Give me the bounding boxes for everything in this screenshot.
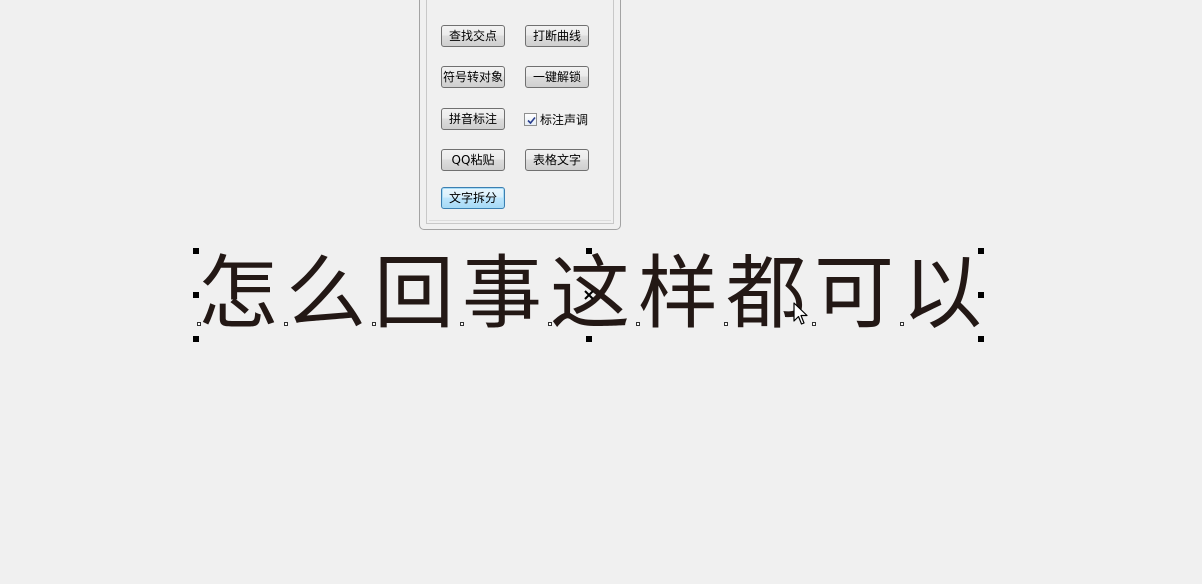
character-node[interactable] [284, 322, 288, 326]
checkmark-icon [527, 116, 536, 124]
one-click-unlock-button[interactable]: 一键解锁 [525, 66, 589, 88]
character-node[interactable] [548, 322, 552, 326]
tone-checkbox-label: 标注声调 [540, 112, 589, 127]
selection-handle-bottom-left[interactable] [193, 336, 199, 342]
selection-handle-bottom-center[interactable] [586, 336, 592, 342]
character-node[interactable] [372, 322, 376, 326]
selection-handle-top-left[interactable] [193, 248, 199, 254]
qq-paste-button[interactable]: QQ粘贴 [441, 149, 505, 171]
text-split-button[interactable]: 文字拆分 [441, 187, 505, 209]
character-node[interactable] [460, 322, 464, 326]
symbol-to-object-button[interactable]: 符号转对象 [441, 66, 505, 88]
character-node[interactable] [900, 322, 904, 326]
center-x-icon [584, 290, 594, 300]
character-node[interactable] [636, 322, 640, 326]
mouse-pointer-icon [793, 302, 808, 325]
selection-handle-bottom-right[interactable] [978, 336, 984, 342]
character-node[interactable] [812, 322, 816, 326]
find-intersection-button[interactable]: 查找交点 [441, 25, 505, 47]
character-node[interactable] [197, 322, 201, 326]
table-text-button[interactable]: 表格文字 [525, 149, 589, 171]
selection-handle-top-right[interactable] [978, 248, 984, 254]
selection-handle-middle-left[interactable] [193, 292, 199, 298]
tone-checkbox[interactable] [524, 112, 537, 126]
tone-option[interactable]: 标注声调 [524, 111, 588, 127]
selection-handle-top-center[interactable] [586, 248, 592, 254]
pinyin-annotate-button[interactable]: 拼音标注 [441, 108, 505, 130]
selection-handle-middle-right[interactable] [978, 292, 984, 298]
character-node[interactable] [724, 322, 728, 326]
break-curve-button[interactable]: 打断曲线 [525, 25, 589, 47]
